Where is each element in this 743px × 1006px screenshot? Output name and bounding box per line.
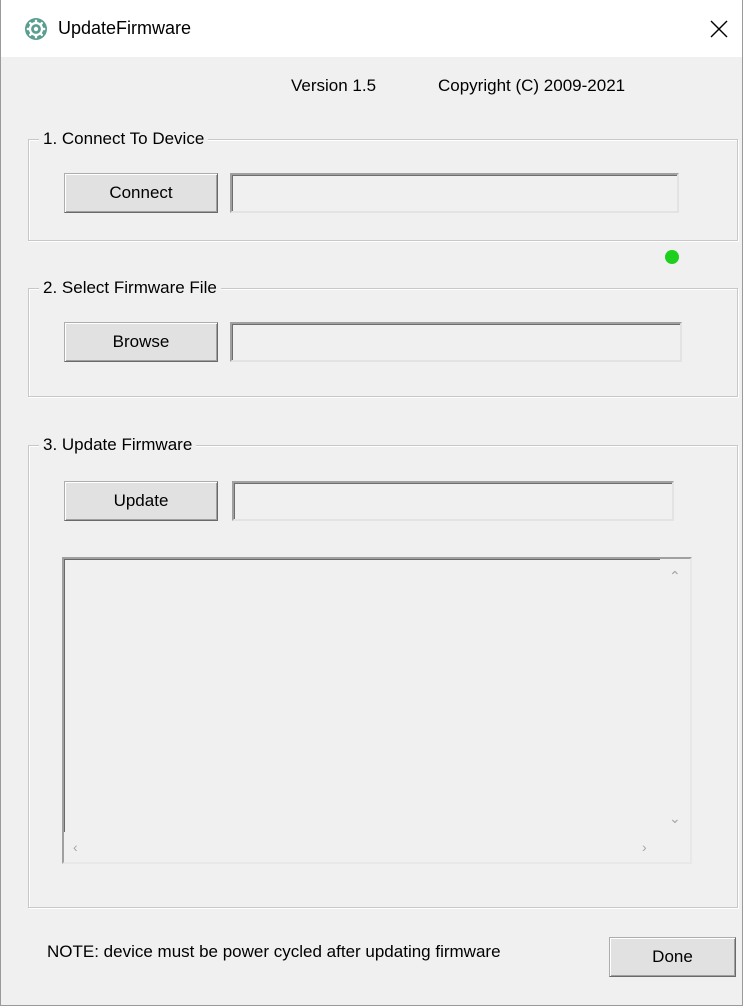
- title-bar[interactable]: UpdateFirmware: [1, 0, 742, 57]
- done-button-label: Done: [652, 947, 693, 966]
- browse-button-label: Browse: [112, 332, 170, 351]
- firmware-file-group-legend: 2. Select Firmware File: [39, 277, 221, 299]
- vertical-scrollbar[interactable]: ⌃ ⌄: [660, 559, 690, 834]
- close-button[interactable]: [696, 0, 742, 57]
- scrollbar-corner: [660, 832, 690, 862]
- scroll-down-icon[interactable]: ⌄: [669, 811, 681, 825]
- scroll-right-icon[interactable]: ›: [642, 840, 647, 854]
- update-button-label: Update: [113, 491, 169, 510]
- done-button[interactable]: Done: [609, 937, 736, 977]
- connect-status-field: [230, 173, 679, 213]
- update-firmware-group-legend: 3. Update Firmware: [39, 434, 197, 456]
- connect-group: 1. Connect To Device Connect: [28, 128, 738, 241]
- update-status-field: [232, 481, 674, 521]
- update-log-textarea[interactable]: ⌃ ⌄ ‹ ›: [62, 557, 692, 864]
- update-firmware-window: UpdateFirmware Version 1.5 Copyright (C)…: [0, 0, 743, 1006]
- scroll-up-icon[interactable]: ⌃: [669, 569, 681, 583]
- connect-group-legend: 1. Connect To Device: [39, 128, 209, 150]
- browse-button[interactable]: Browse: [64, 322, 218, 362]
- gear-icon: [25, 18, 47, 40]
- horizontal-scrollbar[interactable]: ‹ ›: [64, 832, 662, 862]
- power-cycle-note: NOTE: device must be power cycled after …: [47, 942, 501, 961]
- copyright-label: Copyright (C) 2009-2021: [438, 76, 626, 95]
- firmware-file-group: 2. Select Firmware File Browse: [28, 277, 738, 397]
- firmware-file-path-field[interactable]: [230, 322, 682, 362]
- connect-button[interactable]: Connect: [64, 173, 218, 213]
- close-icon: [710, 20, 728, 37]
- connection-status-led: [665, 250, 679, 264]
- window-title: UpdateFirmware: [58, 18, 192, 38]
- version-label: Version 1.5: [291, 76, 377, 95]
- update-button[interactable]: Update: [64, 481, 218, 521]
- scroll-left-icon[interactable]: ‹: [73, 840, 78, 854]
- connect-button-label: Connect: [109, 183, 173, 202]
